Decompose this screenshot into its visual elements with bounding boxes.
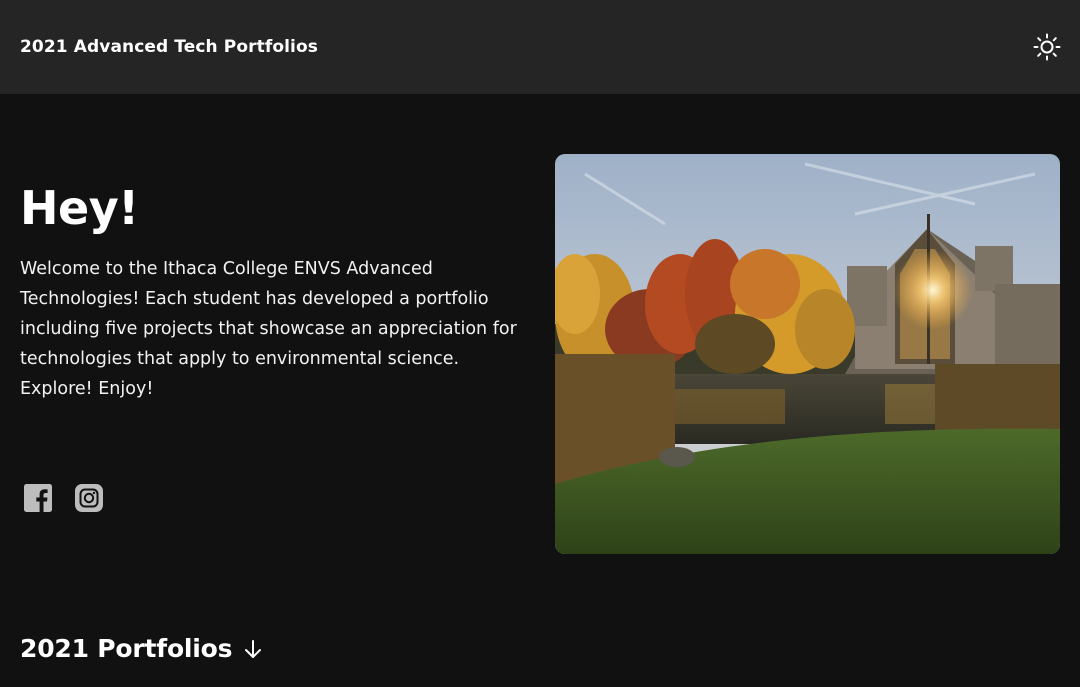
instagram-icon	[75, 484, 103, 512]
theme-toggle-button[interactable]	[1030, 30, 1064, 64]
hero-intro-text: Welcome to the Ithaca College ENVS Advan…	[20, 259, 517, 399]
portfolios-heading-label: 2021 Portfolios	[20, 634, 233, 663]
campus-photo	[555, 154, 1060, 554]
sun-icon	[1033, 33, 1061, 61]
social-links	[23, 483, 104, 513]
arrow-down-icon	[245, 639, 262, 658]
portfolios-section-heading[interactable]: 2021 Portfolios	[20, 634, 264, 663]
facebook-icon	[24, 484, 52, 512]
top-bar: 2021 Advanced Tech Portfolios	[0, 0, 1080, 94]
hero-section: Hey! Welcome to the Ithaca College ENVS …	[20, 180, 520, 404]
facebook-link[interactable]	[23, 483, 53, 513]
instagram-link[interactable]	[74, 483, 104, 513]
hero-heading: Hey!	[20, 181, 139, 235]
site-title[interactable]: 2021 Advanced Tech Portfolios	[20, 37, 318, 57]
